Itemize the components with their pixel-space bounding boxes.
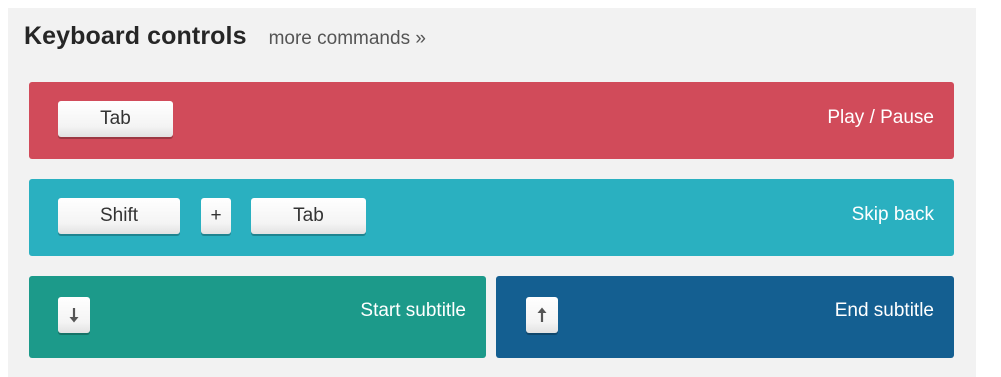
shortcut-row-play-pause: Tab Play / Pause xyxy=(29,82,954,159)
shortcut-row-skip-back: Shift + Tab Skip back xyxy=(29,179,954,256)
tab-key[interactable]: Tab xyxy=(251,198,366,234)
arrow-down-key[interactable] xyxy=(58,297,90,333)
tab-key[interactable]: Tab xyxy=(58,101,173,137)
end-subtitle-label: End subtitle xyxy=(834,300,934,321)
shift-key[interactable]: Shift xyxy=(58,198,180,234)
plus-key-separator: + xyxy=(201,198,231,234)
arrow-down-icon xyxy=(69,308,79,323)
shortcut-row-end-subtitle: End subtitle xyxy=(496,276,954,358)
panel-title: Keyboard controls xyxy=(24,22,247,50)
start-subtitle-label: Start subtitle xyxy=(360,300,466,321)
play-pause-label: Play / Pause xyxy=(827,107,934,128)
shortcut-row-start-subtitle: Start subtitle xyxy=(29,276,486,358)
panel-header: Keyboard controls more commands » xyxy=(24,22,426,51)
arrow-up-key[interactable] xyxy=(526,297,558,333)
skip-back-label: Skip back xyxy=(851,204,934,225)
arrow-up-icon xyxy=(537,307,547,322)
more-commands-link[interactable]: more commands » xyxy=(269,28,426,50)
